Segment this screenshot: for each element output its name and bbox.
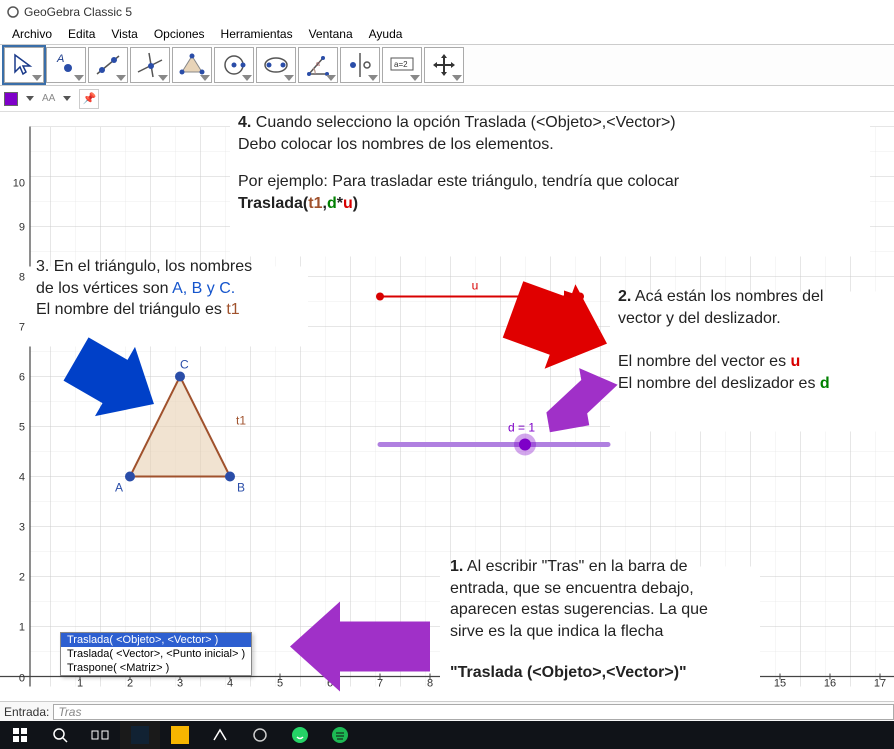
menu-ayuda[interactable]: Ayuda — [363, 26, 409, 42]
menu-vista[interactable]: Vista — [105, 26, 143, 42]
menu-opciones[interactable]: Opciones — [148, 26, 211, 42]
inputbar: Entrada: — [0, 701, 894, 721]
text-size-dropdown-icon[interactable] — [63, 96, 71, 101]
annotation-1: 1. Al escribir "Tras" en la barra de ent… — [450, 556, 760, 684]
suggestion-1[interactable]: Traslada( <Vector>, <Punto inicial> ) — [61, 647, 251, 661]
tool-move[interactable] — [4, 47, 44, 83]
svg-text:2: 2 — [19, 572, 25, 584]
titlebar-text: GeoGebra Classic 5 — [24, 5, 132, 19]
label-d: d = 1 — [508, 421, 535, 435]
taskbar-app4-icon[interactable] — [240, 721, 280, 749]
annotation-3: 3. En el triángulo, los nombres de los v… — [36, 256, 316, 321]
menubar: Archivo Edita Vista Opciones Herramienta… — [0, 24, 894, 44]
taskbar-search-icon[interactable] — [40, 721, 80, 749]
menu-archivo[interactable]: Archivo — [6, 26, 58, 42]
annotation-4: 4. Cuando selecciono la opción Traslada … — [238, 112, 878, 214]
taskbar-app6-icon[interactable] — [320, 721, 360, 749]
toolbar: A α a=2 — [0, 44, 894, 86]
color-dropdown-icon[interactable] — [26, 96, 34, 101]
slider-d-thumb[interactable] — [519, 439, 531, 451]
tool-polygon[interactable] — [172, 47, 212, 83]
text-size-label[interactable]: AA — [42, 93, 55, 104]
label-A: A — [115, 481, 123, 495]
taskbar-start-icon[interactable] — [0, 721, 40, 749]
menu-ventana[interactable]: Ventana — [303, 26, 359, 42]
taskbar-taskview-icon[interactable] — [80, 721, 120, 749]
label-t1: t1 — [236, 414, 246, 428]
inputbar-field[interactable] — [53, 704, 894, 720]
svg-text:10: 10 — [13, 178, 25, 190]
taskbar-app1-icon[interactable] — [120, 721, 160, 749]
tool-line[interactable] — [88, 47, 128, 83]
color-swatch[interactable] — [4, 92, 18, 106]
tool-circle[interactable] — [214, 47, 254, 83]
label-B: B — [237, 481, 245, 495]
svg-text:α: α — [316, 61, 320, 68]
point-B[interactable] — [225, 472, 235, 482]
svg-text:9: 9 — [19, 222, 25, 234]
app-icon — [6, 5, 20, 19]
svg-text:3: 3 — [19, 522, 25, 534]
menu-edita[interactable]: Edita — [62, 26, 101, 42]
tool-perpendicular[interactable] — [130, 47, 170, 83]
taskbar — [0, 721, 894, 749]
svg-text:0: 0 — [19, 673, 25, 685]
suggestion-2[interactable]: Traspone( <Matriz> ) — [61, 661, 251, 675]
svg-text:5: 5 — [19, 422, 25, 434]
tool-slider[interactable]: a=2 — [382, 47, 422, 83]
autocomplete-popup: Traslada( <Objeto>, <Vector> ) Traslada(… — [60, 632, 252, 676]
taskbar-app2-icon[interactable] — [160, 721, 200, 749]
taskbar-app5-icon[interactable] — [280, 721, 320, 749]
tool-conic[interactable] — [256, 47, 296, 83]
taskbar-app3-icon[interactable] — [200, 721, 240, 749]
svg-text:8: 8 — [19, 272, 25, 284]
svg-text:4: 4 — [19, 472, 25, 484]
annotation-2: 2. Acá están los nombres del vector y de… — [618, 286, 894, 394]
formatbar: AA 📌 — [0, 86, 894, 112]
titlebar: GeoGebra Classic 5 — [0, 0, 894, 24]
tool-point[interactable]: A — [46, 47, 86, 83]
label-u: u — [472, 279, 479, 293]
svg-text:A: A — [56, 53, 64, 65]
svg-text:7: 7 — [19, 322, 25, 334]
svg-text:1: 1 — [19, 622, 25, 634]
tool-angle[interactable]: α — [298, 47, 338, 83]
tool-move-view[interactable] — [424, 47, 464, 83]
vector-u-start[interactable] — [376, 293, 384, 301]
menu-herramientas[interactable]: Herramientas — [215, 26, 299, 42]
point-A[interactable] — [125, 472, 135, 482]
label-C: C — [180, 358, 189, 372]
pin-button[interactable]: 📌 — [79, 89, 99, 109]
svg-text:a=2: a=2 — [394, 60, 408, 69]
svg-text:6: 6 — [19, 372, 25, 384]
inputbar-label: Entrada: — [0, 705, 53, 719]
suggestion-0[interactable]: Traslada( <Objeto>, <Vector> ) — [61, 633, 251, 647]
point-C[interactable] — [175, 372, 185, 382]
tool-transform[interactable] — [340, 47, 380, 83]
